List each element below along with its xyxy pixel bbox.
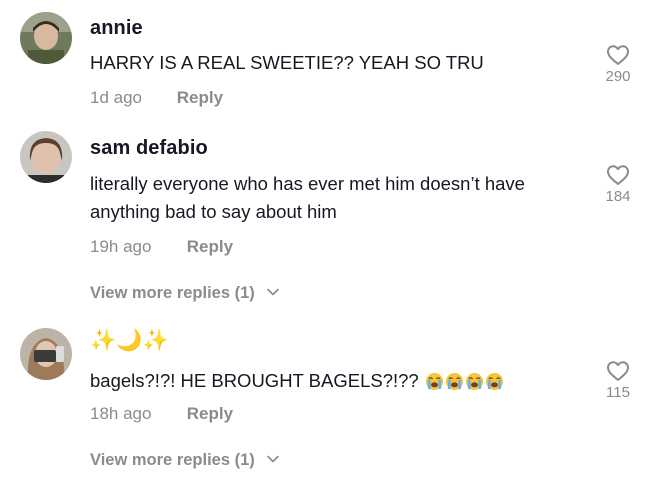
avatar-image [20, 12, 72, 64]
comment-text-content: bagels?!?! HE BROUGHT BAGELS?!?? [90, 370, 419, 391]
comment-text: literally everyone who has ever met him … [90, 173, 525, 222]
comment-text: bagels?!?! HE BROUGHT BAGELS?!?? [90, 367, 590, 399]
loudly-crying-face-icon [425, 372, 443, 391]
heart-icon[interactable] [606, 164, 630, 186]
avatar[interactable] [20, 131, 72, 183]
heart-icon[interactable] [606, 44, 630, 66]
like-control: 290 [598, 44, 638, 85]
avatar[interactable] [20, 12, 72, 64]
loudly-crying-face-icon [465, 372, 483, 391]
comment-username[interactable]: ✨🌙✨ [90, 329, 169, 353]
like-control: 115 [598, 360, 638, 401]
like-control: 184 [598, 164, 638, 205]
comment-username[interactable]: sam defabio [90, 137, 208, 160]
avatar[interactable] [20, 328, 72, 380]
comment-meta: 19h ago Reply [90, 237, 233, 257]
reply-button[interactable]: Reply [187, 237, 233, 257]
reply-button[interactable]: Reply [177, 88, 223, 108]
comment-timestamp: 18h ago [90, 404, 152, 423]
chevron-down-icon [267, 455, 280, 463]
view-more-label: View more replies (1) [90, 284, 255, 302]
chevron-down-icon [267, 288, 280, 296]
like-count: 115 [606, 384, 630, 401]
like-count: 184 [605, 188, 631, 205]
emoji-group [425, 371, 505, 399]
loudly-crying-face-icon [485, 372, 503, 391]
view-more-replies-button[interactable]: View more replies (1) [90, 284, 280, 303]
comment-meta: 18h ago Reply [90, 404, 233, 424]
comment-timestamp: 1d ago [90, 88, 142, 107]
comment-meta: 1d ago Reply [90, 88, 223, 108]
reply-button[interactable]: Reply [187, 404, 233, 424]
comment-username[interactable]: annie [90, 17, 143, 40]
comment-timestamp: 19h ago [90, 237, 152, 256]
avatar-image [20, 131, 72, 183]
like-count: 290 [605, 68, 631, 85]
comment-text: HARRY IS A REAL SWEETIE?? YEAH SO TRU [90, 52, 484, 73]
loudly-crying-face-icon [445, 372, 463, 391]
heart-icon[interactable] [606, 360, 630, 382]
view-more-replies-button[interactable]: View more replies (1) [90, 451, 280, 470]
avatar-image [20, 328, 72, 380]
view-more-label: View more replies (1) [90, 451, 255, 469]
